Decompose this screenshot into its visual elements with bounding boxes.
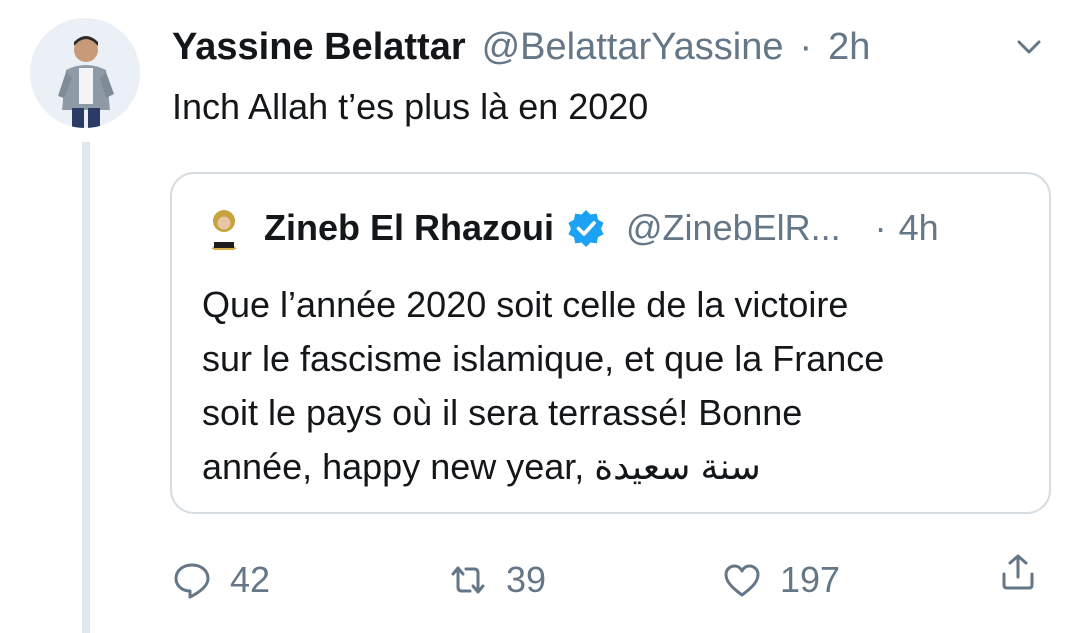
- like-icon: [724, 564, 760, 597]
- share-icon: [1002, 554, 1034, 590]
- quoted-tweet-text: Que l’année 2020 soit celle de la victoi…: [202, 278, 1032, 494]
- quoted-tweet-header: Zineb El Rhazoui @ZinebElR... · 4h: [200, 204, 939, 252]
- quoted-author-avatar[interactable]: [200, 204, 248, 252]
- retweet-count: 39: [506, 559, 547, 600]
- quoted-text-line: année, happy new year, سنة سعيدة: [202, 446, 761, 487]
- quoted-text-line: Que l’année 2020 soit celle de la victoi…: [202, 284, 849, 325]
- reply-button[interactable]: 42: [172, 552, 270, 608]
- author-avatar[interactable]: [30, 18, 140, 128]
- thread-line: [82, 142, 90, 633]
- retweet-button[interactable]: 39: [448, 552, 546, 608]
- like-count: 197: [780, 559, 841, 600]
- share-button[interactable]: [998, 552, 1038, 592]
- like-button[interactable]: 197: [722, 552, 840, 608]
- verified-badge-icon: [568, 210, 604, 247]
- tweet-text: Inch Allah t’es plus là en 2020: [172, 86, 649, 127]
- chevron-down-icon[interactable]: [1012, 30, 1046, 64]
- header-separator: ·: [799, 26, 813, 68]
- reply-count: 42: [230, 559, 271, 600]
- quoted-text-line: soit le pays où il sera terrassé! Bonne: [202, 392, 803, 433]
- quoted-text-line: sur le fascisme islamique, et que la Fra…: [202, 338, 885, 379]
- tweet-card[interactable]: Yassine Belattar @BelattarYassine · 2h I…: [0, 0, 1074, 633]
- tweet-header: Yassine Belattar @BelattarYassine · 2h: [172, 22, 870, 72]
- quoted-author-name[interactable]: Zineb El Rhazoui: [264, 204, 554, 252]
- author-name[interactable]: Yassine Belattar: [172, 22, 466, 72]
- retweet-icon: [451, 566, 485, 594]
- author-avatar-image: [30, 18, 140, 128]
- quoted-tweet-timestamp[interactable]: 4h: [899, 204, 939, 252]
- tweet-timestamp[interactable]: 2h: [828, 22, 870, 72]
- reply-icon: [174, 563, 210, 599]
- quoted-tweet-card[interactable]: Zineb El Rhazoui @ZinebElR... · 4h Que l…: [170, 172, 1051, 514]
- tweet-action-bar: 42 39 197: [172, 552, 1052, 608]
- quoted-header-separator: ·: [874, 207, 887, 248]
- quoted-author-handle[interactable]: @ZinebElR...: [626, 204, 841, 252]
- quoted-author-avatar-image: [200, 204, 248, 252]
- author-handle[interactable]: @BelattarYassine: [482, 22, 784, 72]
